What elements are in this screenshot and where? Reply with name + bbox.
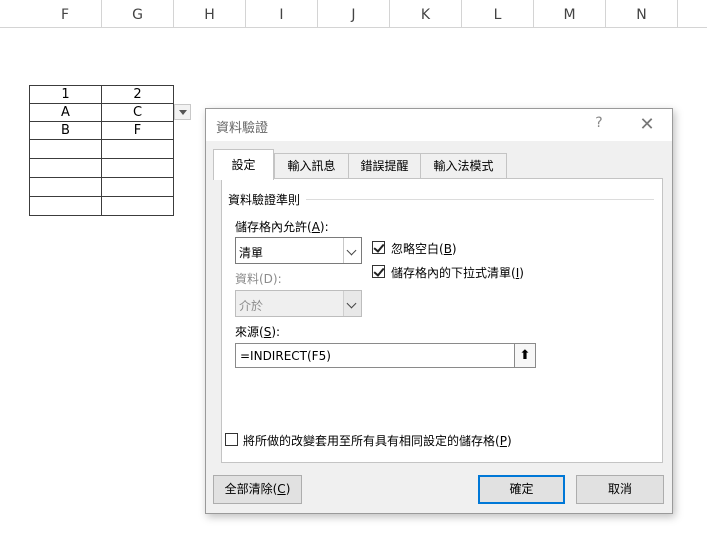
cell-f6[interactable]: B [29, 121, 102, 140]
column-header-k[interactable]: K [390, 0, 462, 27]
cell-f4[interactable]: 1 [29, 85, 102, 104]
cell-f10[interactable] [29, 196, 102, 216]
cell-g9[interactable] [101, 177, 174, 197]
source-label: 來源(S): [235, 325, 281, 339]
cell-g7[interactable] [101, 139, 174, 159]
data-select-value: 介於 [239, 299, 264, 313]
tab-input-message[interactable]: 輸入訊息 [274, 153, 349, 178]
column-header-n[interactable]: N [606, 0, 678, 27]
source-input-value: =INDIRECT(F5) [240, 349, 331, 363]
help-icon[interactable]: ? [590, 115, 608, 135]
ok-button[interactable]: 確定 [478, 475, 565, 504]
group-divider [306, 199, 654, 200]
chevron-down-icon[interactable] [343, 238, 361, 263]
data-label: 資料(D): [235, 272, 282, 286]
close-icon[interactable]: ✕ [636, 114, 658, 136]
cell-f8[interactable] [29, 158, 102, 178]
column-header-g[interactable]: G [102, 0, 174, 27]
column-header-f[interactable]: F [29, 0, 102, 27]
validation-criteria-heading: 資料驗證準則 [228, 193, 301, 207]
cancel-button[interactable]: 取消 [576, 475, 664, 504]
in-cell-dropdown-label[interactable]: 儲存格內的下拉式清單(I) [391, 264, 524, 281]
dialog-title: 資料驗證 [216, 121, 269, 136]
tab-ime-mode[interactable]: 輸入法模式 [420, 153, 507, 178]
column-header-j[interactable]: J [318, 0, 390, 27]
cell-g4[interactable]: 2 [101, 85, 174, 104]
column-header-l[interactable]: L [462, 0, 534, 27]
tab-settings[interactable]: 設定 [213, 149, 274, 180]
allow-select[interactable]: 清單 [235, 237, 362, 264]
cell-f5[interactable]: A [29, 103, 102, 122]
collapse-dialog-icon[interactable]: ⬆ [514, 343, 536, 368]
in-cell-dropdown-checkbox[interactable] [372, 265, 385, 278]
column-header-m[interactable]: M [534, 0, 606, 27]
source-input[interactable]: =INDIRECT(F5) [235, 343, 515, 368]
cell-f9[interactable] [29, 177, 102, 197]
ignore-blank-label[interactable]: 忽略空白(B) [391, 240, 457, 257]
apply-all-checkbox[interactable] [225, 433, 238, 446]
apply-all-label[interactable]: 將所做的改變套用至所有具有相同設定的儲存格(P) [243, 432, 512, 449]
cell-g6[interactable]: F [101, 121, 174, 140]
allow-label: 儲存格內允許(A): [235, 220, 329, 234]
column-header-bar: F G H I J K L M N [0, 0, 707, 28]
cell-dropdown-arrow-icon[interactable] [174, 104, 191, 120]
cell-f7[interactable] [29, 139, 102, 159]
column-header-h[interactable]: H [174, 0, 246, 27]
chevron-down-icon[interactable] [343, 291, 361, 316]
clear-all-button[interactable]: 全部清除(C) [213, 475, 302, 504]
data-select[interactable]: 介於 [235, 290, 362, 317]
column-header-i[interactable]: I [246, 0, 318, 27]
ignore-blank-checkbox[interactable] [372, 241, 385, 254]
cell-g10[interactable] [101, 196, 174, 216]
cell-g5[interactable]: C [101, 103, 174, 122]
allow-select-value: 清單 [239, 246, 264, 260]
cell-g8[interactable] [101, 158, 174, 178]
tab-error-alert[interactable]: 錯誤提醒 [348, 153, 421, 178]
dialog-titlebar[interactable]: 資料驗證 ? ✕ [206, 109, 672, 141]
